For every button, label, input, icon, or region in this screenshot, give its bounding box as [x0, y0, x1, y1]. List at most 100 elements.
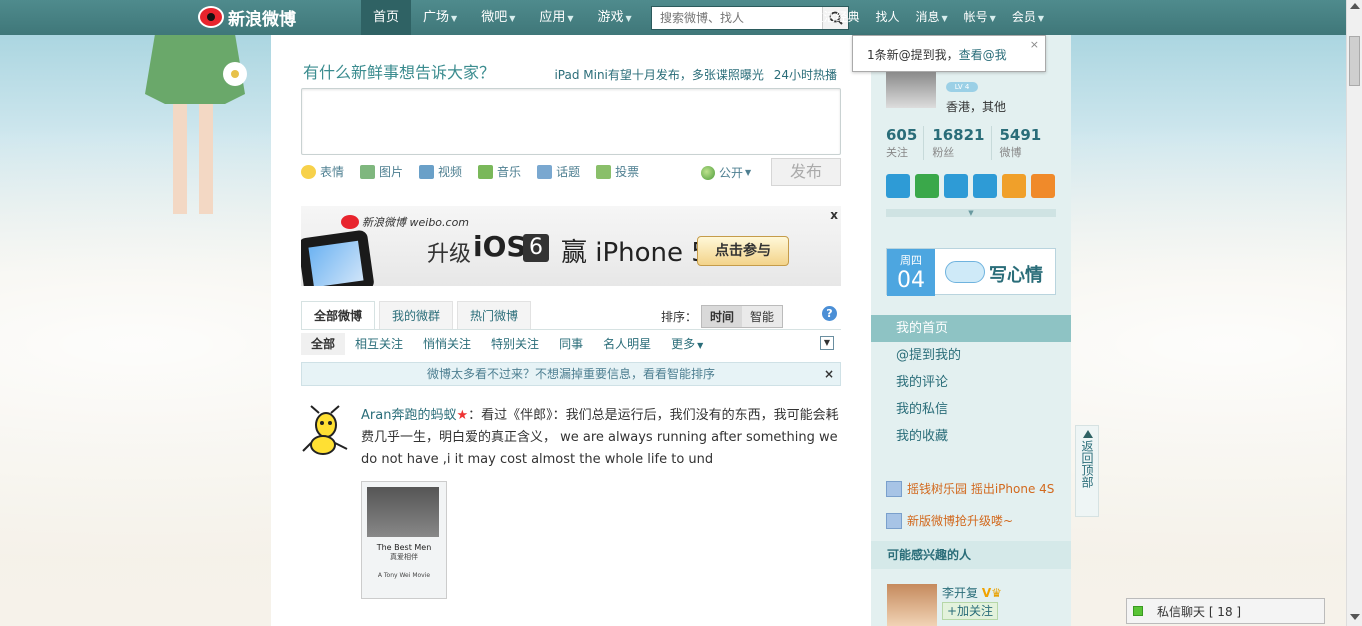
profile-avatar[interactable] [886, 72, 936, 108]
nav-life-classic[interactable]: 生活经典 [803, 0, 867, 35]
chevron-down-icon: ▼ [625, 14, 632, 23]
emoji-tool[interactable]: 表情 [301, 163, 344, 180]
composer-prompt: 有什么新鲜事想告诉大家？ [303, 63, 496, 82]
tab-my-groups[interactable]: 我的微群 [379, 301, 454, 329]
video-tool[interactable]: 视频 [419, 163, 462, 180]
group-special[interactable]: 特别关注 [481, 333, 549, 355]
sort-label: 排序： [661, 310, 698, 324]
scroll-thumb[interactable] [1349, 36, 1360, 86]
sidebar-item-comments[interactable]: 我的评论 [871, 369, 1071, 396]
promo-banner[interactable]: 新浪微博 weibo.com 升级 iOS 6 赢 iPhone 5 点击参与 … [301, 206, 841, 286]
music-tool[interactable]: 音乐 [478, 163, 521, 180]
hot-topic: iPad Mini有望十月发布，多张谍照曝光 24小时热播 [548, 66, 837, 83]
banner-close-button[interactable]: x [830, 208, 838, 222]
chevron-down-icon: ▼ [451, 14, 458, 23]
tip-close-button[interactable]: × [824, 363, 834, 385]
sidebar-nav: 我的首页 @提到我的 我的评论 我的私信 我的收藏 [871, 315, 1071, 450]
group-more[interactable]: 更多 ▼ [661, 333, 713, 355]
weibo-logo[interactable]: 新浪微博 [198, 5, 296, 30]
account-nav: 生活经典 找人 消息 ▼ 帐号 ▼ 会员 ▼ [803, 0, 1052, 35]
notify-text: 1条新@提到我， [867, 48, 959, 62]
nav-find-people[interactable]: 找人 [867, 0, 907, 35]
notify-close-button[interactable]: × [1030, 38, 1039, 51]
image-icon [360, 164, 376, 179]
video-icon [419, 164, 435, 179]
search-input[interactable] [652, 7, 822, 29]
poster-title: The Best Men [376, 543, 432, 552]
stat-followers[interactable]: 16821 粉丝 [932, 126, 992, 160]
app-icon[interactable] [915, 174, 939, 198]
publish-button[interactable]: 发布 [771, 158, 841, 186]
sidebar-item-home[interactable]: 我的首页 [871, 315, 1071, 342]
hot-24h-link[interactable]: 24小时热播 [774, 68, 837, 82]
app-icon[interactable] [944, 174, 968, 198]
sort-segment: 时间 智能 [701, 305, 784, 328]
promo-link-lottery[interactable]: 摇钱树乐园 摇出iPhone 4S [886, 480, 1054, 497]
post-textarea[interactable] [301, 88, 841, 155]
sidebar-item-messages[interactable]: 我的私信 [871, 396, 1071, 423]
nav-weiba[interactable]: 微吧 ▼ [469, 0, 527, 35]
smart-sort-tip[interactable]: 微博太多看不过来？不想漏掉重要信息，看看智能排序 × [301, 362, 841, 386]
group-colleagues[interactable]: 同事 [549, 333, 593, 355]
post-author[interactable]: Aran奔跑的蚂蚁 [361, 408, 456, 423]
nav-messages[interactable]: 消息 ▼ [907, 0, 955, 35]
level-badge: LV 4 [946, 82, 978, 92]
sort-by-smart[interactable]: 智能 [742, 306, 783, 327]
app-icon[interactable] [973, 174, 997, 198]
scroll-up-icon[interactable] [1350, 3, 1360, 9]
scroll-down-icon[interactable] [1350, 614, 1360, 620]
scrollbar[interactable] [1346, 0, 1362, 626]
sidebar-item-favorites[interactable]: 我的收藏 [871, 423, 1071, 450]
banner-join-button[interactable]: 点击参与 [697, 236, 789, 266]
banner-ios-text: iOS [473, 230, 527, 263]
topic-tool[interactable]: 话题 [537, 163, 580, 180]
group-quiet[interactable]: 悄悄关注 [413, 333, 481, 355]
image-tool[interactable]: 图片 [360, 163, 403, 180]
nav-home[interactable]: 首页 [361, 0, 412, 35]
smiley-icon [301, 164, 316, 179]
help-icon[interactable]: ? [822, 306, 837, 321]
back-to-top-button[interactable]: 返回顶部 [1075, 425, 1099, 517]
mood-widget[interactable]: 周四 04 写心情 [886, 248, 1056, 296]
post-image[interactable]: The Best Men 真爱相伴 A Tony Wei Movie [361, 481, 447, 599]
sort-by-time[interactable]: 时间 [702, 306, 743, 327]
nav-membership[interactable]: 会员 ▼ [1004, 0, 1052, 35]
app-icon[interactable] [1031, 174, 1055, 198]
ant-avatar[interactable] [301, 405, 351, 459]
poll-icon [596, 164, 612, 179]
tab-hot-weibo[interactable]: 热门微博 [457, 301, 532, 329]
expand-apps-bar[interactable]: ▼ [886, 209, 1056, 217]
background-girl-image [145, 34, 247, 214]
nav-apps[interactable]: 应用 ▼ [527, 0, 585, 35]
logo-text: 新浪微博 [228, 9, 296, 30]
nav-account[interactable]: 帐号 ▼ [956, 0, 1004, 35]
recommend-avatar[interactable] [887, 584, 937, 626]
stat-following[interactable]: 605 关注 [886, 126, 925, 160]
nav-square[interactable]: 广场 ▼ [411, 0, 469, 35]
poster-tagline: A Tony Wei Movie [377, 572, 431, 579]
tab-all-weibo[interactable]: 全部微博 [301, 301, 376, 329]
chevron-down-icon: ▼ [1037, 14, 1044, 23]
follow-button[interactable]: +加关注 [942, 602, 998, 620]
app-icon[interactable] [1002, 174, 1026, 198]
recommend-name[interactable]: 李开复 V♛ [942, 584, 1002, 601]
app-icon[interactable] [886, 174, 910, 198]
banner-ios-version: 6 [523, 234, 549, 262]
chevron-down-icon: ▼ [745, 168, 752, 177]
group-mutual[interactable]: 相互关注 [345, 333, 413, 355]
poll-tool[interactable]: 投票 [596, 163, 639, 180]
view-mentions-link[interactable]: 查看@我 [959, 48, 1007, 62]
hot-topic-link[interactable]: iPad Mini有望十月发布，多张谍照曝光 [554, 68, 763, 82]
group-celebrities[interactable]: 名人明星 [593, 333, 661, 355]
collapse-toggle[interactable]: ▼ [820, 336, 834, 350]
music-icon [478, 164, 494, 179]
nav-games[interactable]: 游戏 ▼ [586, 0, 644, 35]
private-chat-bar[interactable]: 私信聊天 [ 18 ] [1126, 598, 1325, 624]
sidebar-item-mentions[interactable]: @提到我的 [871, 342, 1071, 369]
stat-posts[interactable]: 5491 微博 [1000, 126, 1048, 160]
promo-link-upgrade[interactable]: 新版微博抢升级喽~ [886, 512, 1013, 529]
recommend-title: 可能感兴趣的人 [871, 541, 1071, 569]
quick-apps [886, 174, 1060, 198]
group-all[interactable]: 全部 [301, 333, 346, 355]
visibility-select[interactable]: 公开 ▼ [701, 164, 751, 181]
